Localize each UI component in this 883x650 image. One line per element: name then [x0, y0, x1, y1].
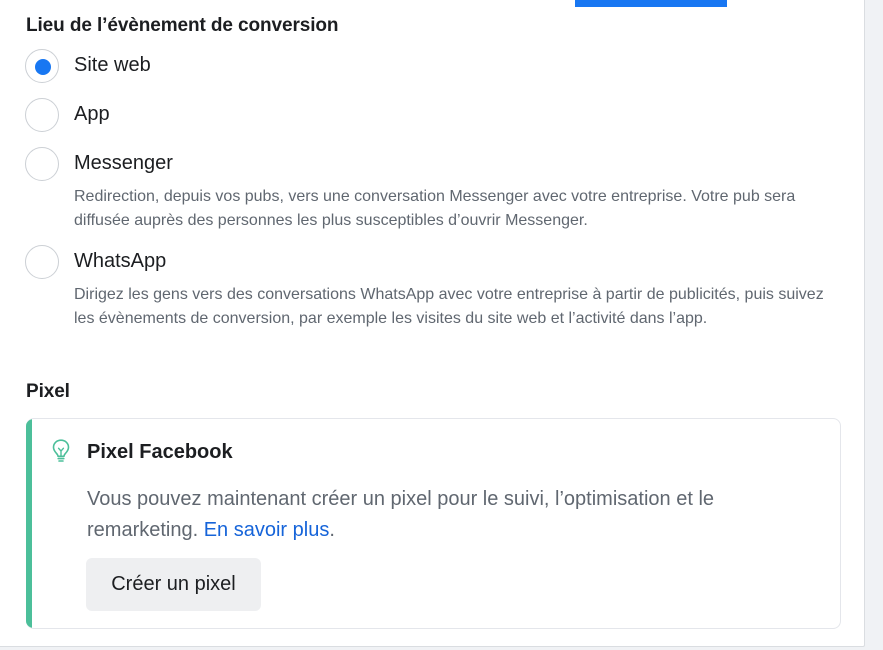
radio-option-whatsapp[interactable]: WhatsApp Dirigez les gens vers des conve…	[25, 245, 845, 355]
radio-label-messenger: Messenger	[74, 152, 173, 174]
create-pixel-button[interactable]: Créer un pixel	[86, 558, 261, 611]
radio-label-whatsapp: WhatsApp	[74, 250, 167, 272]
radio-button[interactable]	[25, 98, 59, 132]
radio-label-app: App	[74, 103, 110, 125]
primary-button-edge	[575, 0, 727, 7]
pixel-card-text: Vous pouvez maintenant créer un pixel po…	[87, 488, 715, 541]
pixel-card-body: Vous pouvez maintenant créer un pixel po…	[87, 484, 807, 546]
learn-more-link[interactable]: En savoir plus	[204, 519, 330, 541]
card-accent-bar	[26, 419, 32, 628]
radio-button-selected[interactable]	[25, 49, 59, 83]
radio-option-site-web[interactable]: Site web	[25, 49, 845, 85]
radio-description-whatsapp: Dirigez les gens vers des conversations …	[74, 286, 824, 327]
radio-option-messenger[interactable]: Messenger Redirection, depuis vos pubs, …	[25, 147, 845, 233]
conversion-settings-panel: Lieu de l’évènement de conversion Site w…	[0, 0, 865, 647]
radio-label-site-web: Site web	[74, 54, 151, 76]
pixel-card-text-end: .	[329, 519, 335, 541]
radio-description-messenger: Redirection, depuis vos pubs, vers une c…	[74, 188, 796, 229]
lightbulb-icon	[52, 439, 70, 462]
pixel-info-card: Pixel Facebook Vous pouvez maintenant cr…	[26, 418, 841, 629]
pixel-card-title: Pixel Facebook	[87, 441, 233, 463]
radio-button[interactable]	[25, 245, 59, 279]
radio-button[interactable]	[25, 147, 59, 181]
conversion-location-heading: Lieu de l’évènement de conversion	[26, 15, 339, 36]
radio-option-app[interactable]: App	[25, 98, 845, 134]
pixel-heading: Pixel	[26, 381, 70, 402]
